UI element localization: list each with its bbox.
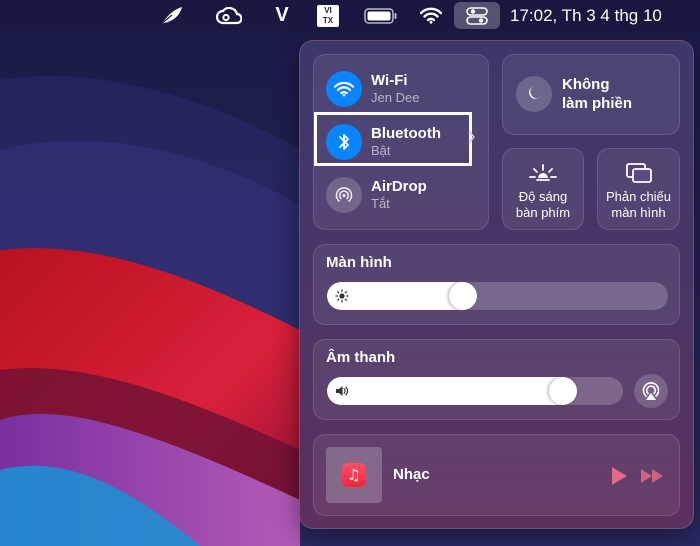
wifi-icon[interactable] — [326, 71, 362, 107]
airplay-audio-button[interactable] — [634, 374, 668, 408]
now-playing-tile[interactable]: ♫ Nhạc — [313, 434, 680, 516]
v-app-icon[interactable]: V — [270, 0, 294, 31]
screen-mirroring-icon — [625, 161, 653, 185]
wifi-icon[interactable] — [418, 0, 444, 31]
do-not-disturb-tile[interactable]: Không làm phiền — [502, 54, 680, 135]
music-note-icon: ♫ — [342, 463, 366, 487]
feather-icon[interactable] — [156, 0, 186, 31]
screen-mirroring-line1: Phản chiếu — [605, 189, 672, 204]
keyboard-brightness-line2: bàn phím — [515, 205, 571, 220]
airdrop-toggle[interactable]: AirDrop Tắt — [326, 175, 476, 215]
volume-slider[interactable] — [327, 377, 623, 405]
play-icon[interactable] — [610, 466, 628, 486]
display-slider-knob[interactable] — [449, 282, 477, 310]
display-tile: Màn hình — [313, 244, 680, 325]
control-center-icon[interactable] — [454, 2, 500, 29]
display-label: Màn hình — [326, 254, 392, 271]
wifi-title: Wi-Fi — [371, 72, 408, 89]
vitx-bottom-label: TX — [322, 15, 334, 25]
keyboard-brightness-label: Độ sáng bàn phím — [516, 189, 570, 221]
screen-mirroring-line2: màn hình — [611, 205, 666, 220]
keyboard-brightness-icon — [528, 161, 558, 185]
volume-slider-knob[interactable] — [549, 377, 577, 405]
battery-icon[interactable] — [362, 0, 400, 31]
display-brightness-slider[interactable] — [327, 282, 668, 310]
airdrop-status: Tắt — [371, 196, 390, 211]
creative-cloud-icon[interactable] — [214, 0, 244, 31]
vietnamese-input-icon[interactable]: VI TX — [316, 0, 340, 31]
fast-forward-icon[interactable] — [640, 468, 664, 484]
menubar-clock[interactable]: 17:02, Th 3 4 thg 10 — [510, 0, 696, 31]
dnd-label-line1: Không — [562, 76, 610, 93]
keyboard-brightness-line1: Độ sáng — [518, 189, 568, 204]
album-artwork: ♫ — [326, 447, 382, 503]
airdrop-icon[interactable] — [326, 177, 362, 213]
music-title: Nhạc — [393, 466, 430, 483]
screen-mirroring-label: Phản chiếu màn hình — [606, 189, 671, 221]
sound-label: Âm thanh — [326, 349, 396, 366]
speaker-icon — [336, 386, 349, 396]
dnd-label-line2: làm phiền — [562, 95, 633, 112]
airplay-icon — [642, 382, 660, 400]
vitx-top-label: VI — [324, 5, 332, 15]
chevron-right-icon — [468, 130, 476, 144]
screen-mirroring-tile[interactable]: Phản chiếu màn hình — [597, 148, 680, 230]
moon-icon — [516, 76, 552, 112]
wifi-network-name: Jen Dee — [371, 90, 420, 105]
sound-tile: Âm thanh — [313, 339, 680, 420]
wifi-toggle[interactable]: Wi-Fi Jen Dee — [326, 69, 476, 109]
volume-slider-fill — [327, 377, 563, 405]
menu-bar: V VI TX 17:02, Th 3 4 thg 10 — [0, 0, 700, 31]
airdrop-title: AirDrop — [371, 178, 427, 195]
bluetooth-highlight-frame — [314, 112, 472, 166]
sun-icon — [335, 289, 349, 303]
keyboard-brightness-tile[interactable]: Độ sáng bàn phím — [502, 148, 584, 230]
dnd-label: Không làm phiền — [562, 75, 632, 113]
